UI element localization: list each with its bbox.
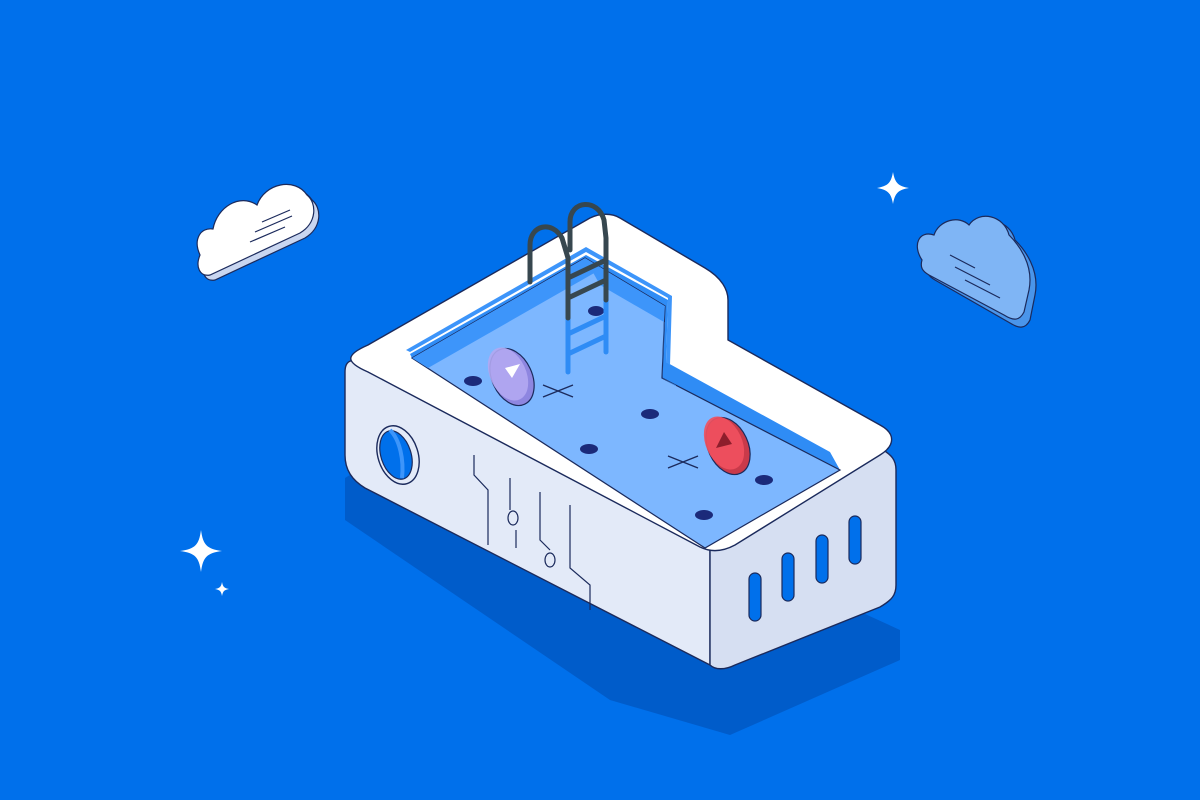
vent — [781, 552, 795, 602]
pool-light — [641, 409, 659, 419]
pool-light — [588, 306, 604, 316]
pool-light — [695, 510, 713, 520]
pool-light — [464, 376, 482, 386]
vent — [848, 515, 862, 565]
vent — [748, 572, 762, 622]
isometric-pool-illustration — [0, 0, 1200, 800]
illustration-scene — [0, 0, 1200, 800]
pool-light — [755, 475, 773, 485]
pool-light — [580, 444, 598, 454]
vent — [815, 534, 829, 584]
